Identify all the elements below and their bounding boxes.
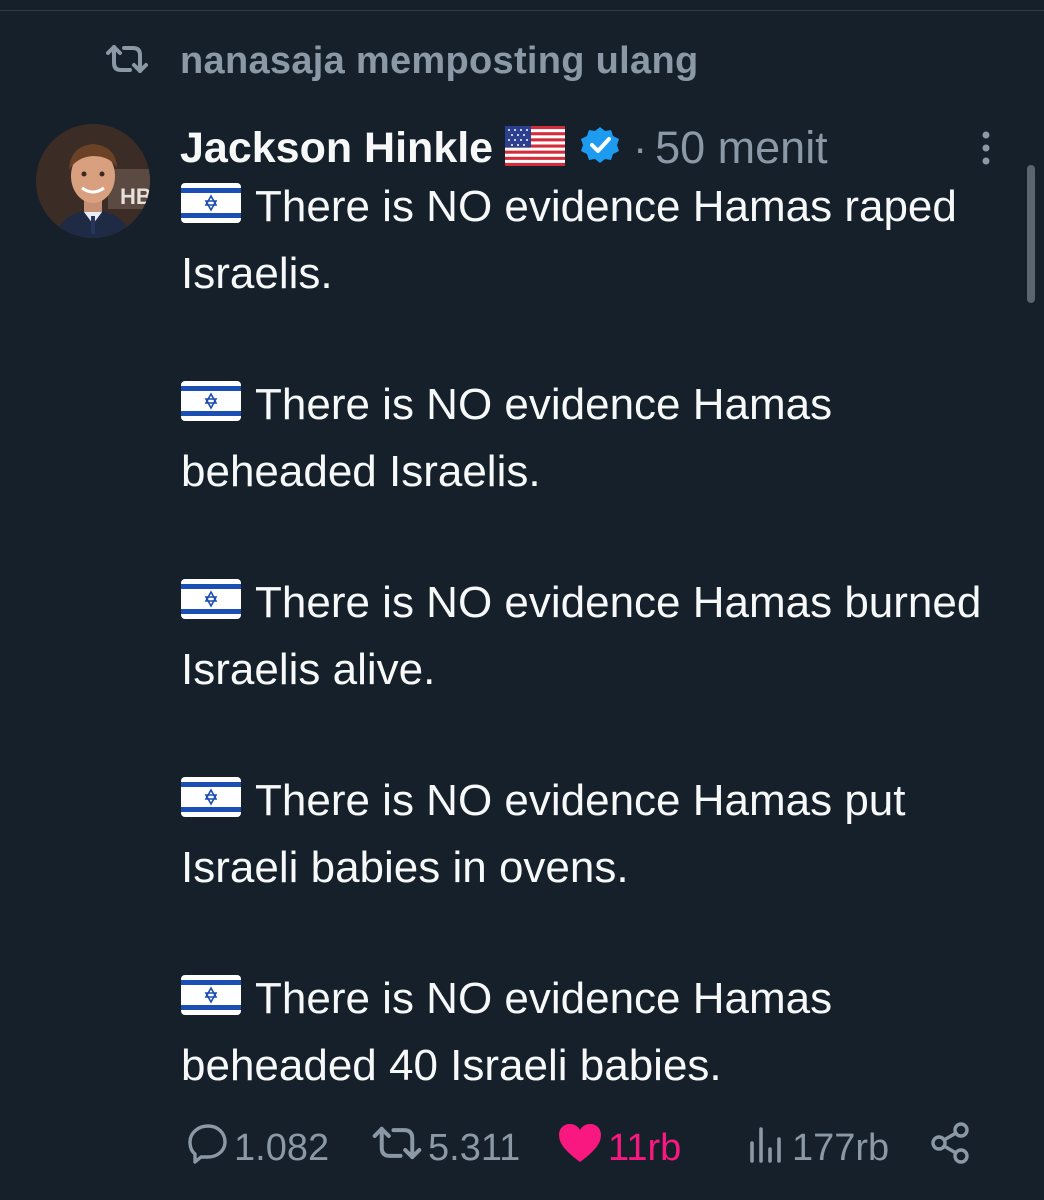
repost-icon xyxy=(370,1123,424,1173)
top-divider xyxy=(0,10,1044,11)
heart-icon xyxy=(556,1121,604,1175)
post-paragraph: There is NO evidence Hamas burned Israel… xyxy=(181,570,1021,702)
share-icon xyxy=(928,1120,974,1176)
author-name[interactable]: Jackson Hinkle xyxy=(180,124,493,173)
post-paragraph-text: There is NO evidence Hamas burned Israel… xyxy=(181,578,982,694)
post-body: There is NO evidence Hamas raped Israeli… xyxy=(181,174,1021,1098)
views-count: 177rb xyxy=(792,1126,890,1169)
israel-flag-emoji xyxy=(181,176,241,241)
repost-icon xyxy=(104,43,150,80)
avatar[interactable]: HB xyxy=(36,124,150,238)
post-paragraph-text: There is NO evidence Hamas beheaded Isra… xyxy=(181,380,833,496)
views-button[interactable]: 177rb xyxy=(744,1120,889,1176)
action-bar: 1.082 5.311 11rb 177rb xyxy=(186,1120,986,1176)
like-button[interactable]: 11rb xyxy=(556,1120,681,1176)
repost-label: nanasaja memposting ulang xyxy=(180,40,699,82)
views-icon xyxy=(744,1121,788,1175)
repost-count: 5.311 xyxy=(428,1126,521,1169)
reply-icon xyxy=(186,1121,230,1175)
verified-badge-icon[interactable] xyxy=(579,125,621,172)
post-header: Jackson Hinkle · 50 menit xyxy=(180,118,828,178)
like-count: 11rb xyxy=(608,1126,682,1169)
repost-button[interactable]: 5.311 xyxy=(370,1120,520,1176)
post-paragraph: There is NO evidence Hamas put Israeli b… xyxy=(181,768,1021,900)
post-timestamp[interactable]: 50 menit xyxy=(655,122,828,174)
scrollbar[interactable] xyxy=(1027,165,1035,303)
israel-flag-emoji xyxy=(181,968,241,1033)
reply-button[interactable]: 1.082 xyxy=(186,1120,329,1176)
reply-count: 1.082 xyxy=(234,1126,330,1169)
post-paragraph: There is NO evidence Hamas beheaded Isra… xyxy=(181,372,1021,504)
header-separator: · xyxy=(633,124,648,171)
share-button[interactable] xyxy=(928,1120,974,1176)
post-paragraph-text: There is NO evidence Hamas beheaded 40 I… xyxy=(181,974,833,1090)
svg-text:HB: HB xyxy=(120,184,150,209)
israel-flag-emoji xyxy=(181,374,241,439)
post-paragraph: There is NO evidence Hamas beheaded 40 I… xyxy=(181,966,1021,1098)
post-paragraph: There is NO evidence Hamas raped Israeli… xyxy=(181,174,1021,306)
israel-flag-emoji xyxy=(181,770,241,835)
repost-context[interactable]: nanasaja memposting ulang xyxy=(104,40,699,83)
post-paragraph-text: There is NO evidence Hamas put Israeli b… xyxy=(181,776,906,892)
more-options-icon[interactable] xyxy=(976,130,996,170)
israel-flag-emoji xyxy=(181,572,241,637)
post-paragraph-text: There is NO evidence Hamas raped Israeli… xyxy=(181,182,957,298)
us-flag-emoji xyxy=(505,125,566,171)
